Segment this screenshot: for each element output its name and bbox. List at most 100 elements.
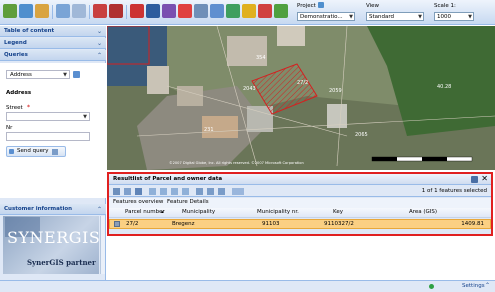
query-form: Address ▼ Address Street * ▼ Nr Send quer… [0,63,106,198]
first-page-icon[interactable] [149,188,156,195]
toolbar-separator [52,5,53,19]
pan-icon[interactable] [35,4,49,18]
parcel-number-label: 27/2 [297,80,308,86]
previous-page-icon[interactable] [160,188,167,195]
query-type-value: Address [10,72,32,78]
nr-label: Nr [6,125,13,131]
chevron-up-icon: ⌃ [96,52,102,59]
remove-icon[interactable] [258,4,272,18]
measure-icon[interactable] [162,4,176,18]
query-type-select[interactable]: Address ▼ [6,70,70,79]
chevron-down-icon: ▼ [83,114,87,120]
chevron-down-icon: ⌄ [96,28,102,35]
select-cursor-icon[interactable] [93,4,107,18]
results-panel: Resultlist of Parcel and owner data ✕ 1 … [107,172,493,236]
send-icon [9,149,14,154]
table-row[interactable]: 27/2 Bregenz 91103 9110327/2 1409.81 [109,219,491,229]
required-marker: * [27,104,30,111]
zoom-box-icon[interactable] [56,4,70,18]
cell-key: 9110327/2 [324,221,354,227]
chevron-up-icon: ⌃ [96,206,102,213]
main-toolbar: Project Demonstratio... ▼ View Standard ▼ … [0,0,495,25]
export-results-icon[interactable] [471,176,478,183]
scale-label: Scale 1: [434,3,456,9]
query-options-icon[interactable] [73,71,80,78]
project-info-icon[interactable] [318,2,324,8]
customer-info-header[interactable]: Customer information ⌃ [0,204,106,215]
row-select-checkbox[interactable] [114,221,120,227]
column-header-key[interactable]: Key [333,209,343,215]
query-menu-icon [52,149,58,155]
export-icon[interactable] [210,4,224,18]
column-header-area[interactable]: Area (GIS) [409,209,437,215]
view-select-value: Standard [369,14,395,20]
results-tabs: Features overview Feature Details [109,198,491,208]
column-header-municipality[interactable]: Municipality [182,209,215,215]
column-header-parcel-number[interactable]: Parcel number [125,209,165,215]
legend-title: Legend [4,40,27,46]
close-icon[interactable]: ✕ [481,174,488,183]
queries-panel-header[interactable]: Queries ⌃ [0,50,106,61]
layers-icon[interactable] [226,4,240,18]
chevron-down-icon: ▼ [63,72,67,78]
status-indicator-icon [429,284,434,289]
chevron-up-icon[interactable]: ⌃ [485,282,490,289]
cell-area: 1409.81 [461,221,484,227]
project-label: Project [297,3,316,9]
map-imagery: 354 2043 27/2 231 2059 2065 40.28 ©2007 … [107,26,495,170]
queries-title: Queries [4,52,28,58]
nr-field[interactable] [6,132,90,141]
sidebar: Table of content ⌄ Legend ⌄ Queries ⌃ Addre… [0,26,106,280]
print-icon[interactable] [194,4,208,18]
table-view-icon[interactable] [135,188,142,195]
print-results-icon[interactable] [196,188,203,195]
legend-panel-header[interactable]: Legend ⌄ [0,38,106,49]
results-header: Resultlist of Parcel and owner data ✕ [109,174,491,185]
map-canvas[interactable]: 354 2043 27/2 231 2059 2065 40.28 ©2007 … [107,26,495,170]
columns-menu-icon[interactable] [232,188,244,195]
sort-arrow-icon: ▴ [161,209,164,215]
zoom-out-icon[interactable] [19,4,33,18]
last-page-icon[interactable] [182,188,189,195]
settings-link[interactable]: Settings [462,283,485,289]
send-query-button[interactable]: Send query [6,146,66,157]
toc-title: Table of content [4,28,55,34]
synergis-logo: SYNERGIS SynerGIS partner [3,216,99,274]
zoom-to-feature-icon[interactable] [113,188,120,195]
chevron-down-icon: ▼ [468,14,472,20]
bookmark-icon[interactable] [242,4,256,18]
clear-selection-icon[interactable] [109,4,123,18]
cell-municipality: Bregenz [172,221,195,227]
info-icon[interactable] [146,4,160,18]
street-field[interactable]: ▼ [6,112,90,121]
tab-feature-details[interactable]: Feature Details [167,199,209,205]
add-icon[interactable] [274,4,288,18]
logo-text: SYNERGIS [7,228,99,247]
project-select-value: Demonstratio... [300,14,343,20]
scale-select[interactable]: 1000 ▼ [434,12,474,21]
building [277,26,305,46]
filter-icon[interactable] [207,188,214,195]
project-select[interactable]: Demonstratio... ▼ [297,12,355,21]
parcel-number-label: 354 [256,55,266,61]
customer-info-scrollbar[interactable] [100,216,105,274]
zoom-in-icon[interactable] [3,4,17,18]
view-select[interactable]: Standard ▼ [366,12,424,21]
next-page-icon[interactable] [171,188,178,195]
toolbar-separator [126,5,127,19]
cell-parcel-number: 27/2 [126,221,139,227]
tab-features-overview[interactable]: Features overview [113,199,163,205]
cell-municipality-nr: 91103 [262,221,280,227]
select-all-icon[interactable] [124,188,131,195]
toc-panel-header[interactable]: Table of content ⌄ [0,26,106,37]
parcel-number-label: 2065 [355,132,368,138]
table-header: Parcel number ▴ Municipality Municipalit… [109,208,491,218]
building [177,86,203,106]
chevron-down-icon: ▼ [418,14,422,20]
results-title: Resultlist of Parcel and owner data [113,176,223,182]
identify-icon[interactable] [130,4,144,18]
column-header-municipality-nr[interactable]: Municipality nr. [257,209,299,215]
redline-icon[interactable] [178,4,192,18]
export-menu-icon[interactable] [218,188,225,195]
full-extent-icon[interactable] [72,4,86,18]
